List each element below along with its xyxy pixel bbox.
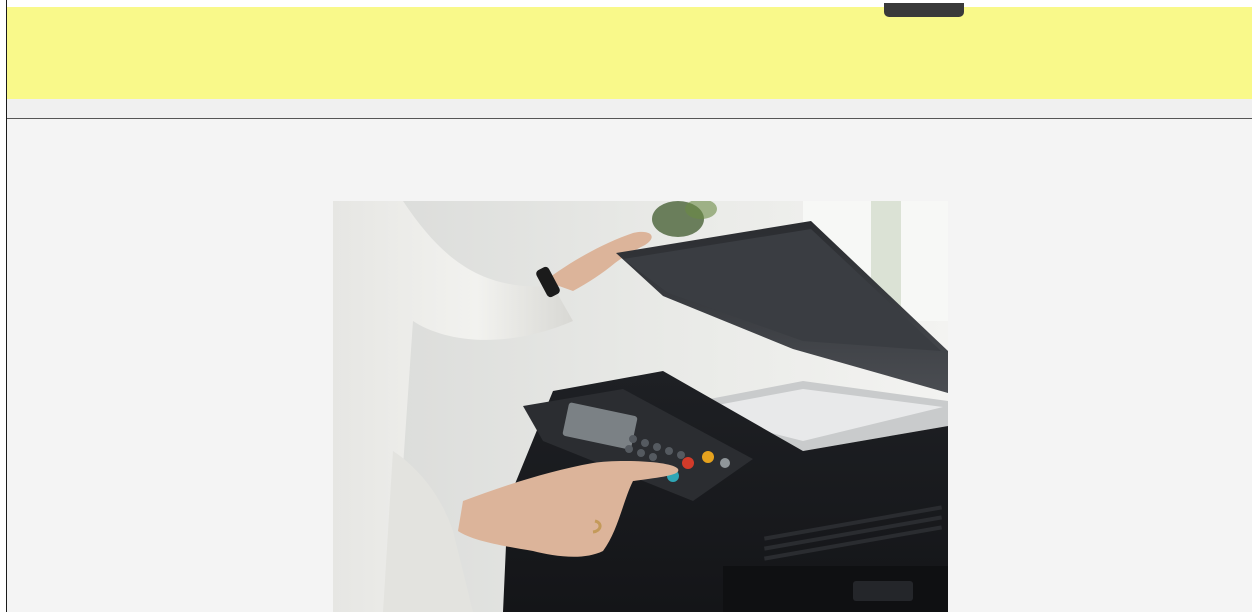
copier-photo xyxy=(333,201,948,612)
header-strip xyxy=(7,99,1252,118)
main-content xyxy=(7,119,1252,612)
top-banner xyxy=(7,3,1252,99)
banner-tab-button[interactable] xyxy=(884,3,964,17)
page-viewport xyxy=(0,0,1252,612)
